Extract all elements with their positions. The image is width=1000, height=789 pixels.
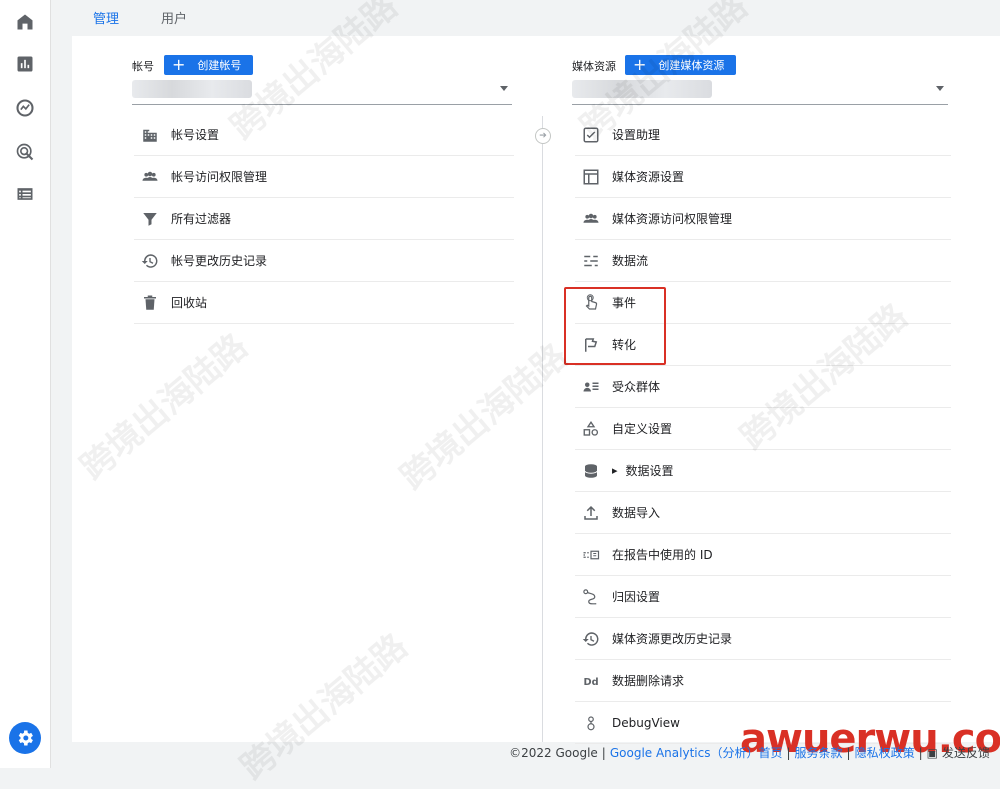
menu-item-label: 媒体资源设置 — [612, 170, 685, 184]
menu-item-label: 自定义设置 — [612, 422, 673, 436]
menu-item[interactable]: 所有过滤器 — [134, 198, 514, 240]
filter-icon — [140, 209, 160, 229]
menu-item[interactable]: 归因设置 — [575, 576, 951, 618]
menu-item-label: 数据导入 — [612, 506, 661, 520]
configure-icon[interactable] — [13, 182, 37, 206]
home-icon[interactable] — [13, 10, 37, 34]
people-icon — [581, 209, 601, 229]
menu-item[interactable]: 媒体资源设置 — [575, 156, 951, 198]
menu-item[interactable]: 回收站 — [134, 282, 514, 324]
people-icon — [140, 167, 160, 187]
create-property-label: 创建媒体资源 — [658, 59, 725, 72]
dd-icon: Dd — [581, 671, 601, 691]
menu-item[interactable]: 数据流 — [575, 240, 951, 282]
building-icon — [140, 125, 160, 145]
advertising-icon[interactable] — [13, 140, 37, 164]
debug-icon — [581, 713, 601, 733]
footer-separator: | — [846, 745, 851, 760]
streams-icon — [581, 251, 601, 271]
upload-icon — [581, 503, 601, 523]
menu-item-label: 数据删除请求 — [612, 674, 685, 688]
audience-icon — [581, 377, 601, 397]
menu-item-label: 设置助理 — [612, 128, 661, 142]
checkbox-icon — [581, 125, 601, 145]
menu-item-label: 帐号设置 — [171, 128, 220, 142]
account-name-redacted — [132, 80, 252, 98]
create-property-button[interactable]: + 创建媒体资源 — [625, 55, 737, 75]
menu-item[interactable]: 自定义设置 — [575, 408, 951, 450]
left-nav-rail — [0, 0, 51, 768]
menu-item[interactable]: 受众群体 — [575, 366, 951, 408]
account-selector[interactable] — [132, 76, 512, 105]
menu-item-label: 所有过滤器 — [171, 212, 232, 226]
tab-admin[interactable]: 管理 — [72, 0, 141, 38]
expand-caret-icon[interactable]: ▸ — [612, 464, 618, 477]
menu-item-label: 回收站 — [171, 296, 208, 310]
menu-item-label: 媒体资源访问权限管理 — [612, 212, 733, 226]
create-account-label: 创建帐号 — [197, 59, 242, 72]
feedback-link[interactable]: 发送反馈 — [942, 744, 990, 761]
copyright-text: ©2022 Google — [509, 745, 598, 760]
reports-icon[interactable] — [13, 52, 37, 76]
create-account-button[interactable]: + 创建帐号 — [164, 55, 254, 75]
property-selector[interactable] — [572, 76, 948, 105]
admin-gear-icon[interactable] — [9, 722, 41, 754]
menu-item-label: 在报告中使用的 ID — [612, 548, 713, 562]
arrow-right-circle-icon: ➔ — [535, 128, 551, 144]
menu-item[interactable]: Dd 数据删除请求 — [575, 660, 951, 702]
menu-item[interactable]: ▸ 数据设置 — [575, 450, 951, 492]
trash-icon — [140, 293, 160, 313]
shapes-icon — [581, 419, 601, 439]
ga-home-link[interactable]: Google Analytics（分析）首页 — [610, 744, 783, 761]
menu-item[interactable]: 媒体资源更改历史记录 — [575, 618, 951, 660]
account-column-label: 帐号 — [132, 60, 154, 73]
menu-item-label: 媒体资源更改历史记录 — [612, 632, 733, 646]
menu-item-label: 受众群体 — [612, 380, 661, 394]
plus-icon: + — [633, 55, 647, 74]
property-menu: 设置助理 媒体资源设置 媒体资源访问权限管理 数据流 事件 转化 受众群体 自定义设置 ▸ 数据设… — [575, 114, 951, 744]
menu-item[interactable]: 帐号设置 — [134, 114, 514, 156]
terms-link[interactable]: 服务条款 — [795, 744, 843, 761]
menu-item[interactable]: 设置助理 — [575, 114, 951, 156]
footer-separator: | — [601, 745, 606, 760]
admin-tabs: 管理 用户 — [72, 0, 208, 38]
menu-item[interactable]: 数据导入 — [575, 492, 951, 534]
database-icon — [581, 461, 601, 481]
attribution-icon — [581, 587, 601, 607]
menu-item[interactable]: 帐号更改历史记录 — [134, 240, 514, 282]
menu-item-label: DebugView — [612, 715, 680, 730]
property-column-label: 媒体资源 — [572, 60, 616, 73]
feedback-icon[interactable]: ▣ — [927, 746, 938, 760]
annotation-highlight-box — [564, 287, 666, 365]
property-name-redacted — [572, 80, 712, 98]
menu-item[interactable]: 在报告中使用的 ID — [575, 534, 951, 576]
history-icon — [581, 629, 601, 649]
menu-item-label: 帐号访问权限管理 — [171, 170, 268, 184]
dropdown-caret-icon — [500, 86, 508, 91]
tab-users[interactable]: 用户 — [140, 0, 208, 36]
menu-item[interactable]: 帐号访问权限管理 — [134, 156, 514, 198]
privacy-link[interactable]: 隐私权政策 — [855, 744, 915, 761]
admin-panel: 帐号 + 创建帐号 帐号设置帐号访问权限管理 所有过滤器帐号更改历史记录 回收站 ➔… — [72, 36, 1000, 744]
explore-icon[interactable] — [13, 96, 37, 120]
footer-separator: | — [786, 745, 791, 760]
dropdown-caret-icon — [936, 86, 944, 91]
menu-item[interactable]: 媒体资源访问权限管理 — [575, 198, 951, 240]
column-divider — [542, 116, 543, 742]
menu-item-label: 帐号更改历史记录 — [171, 254, 268, 268]
id-icon — [581, 545, 601, 565]
plus-icon: + — [172, 55, 186, 74]
svg-text:Dd: Dd — [584, 676, 599, 687]
menu-item-label: 归因设置 — [612, 590, 661, 604]
footer-separator: | — [918, 745, 923, 760]
layout-icon — [581, 167, 601, 187]
menu-item-label: 数据流 — [612, 254, 649, 268]
account-menu: 帐号设置帐号访问权限管理 所有过滤器帐号更改历史记录 回收站 — [134, 114, 514, 324]
history-icon — [140, 251, 160, 271]
menu-item-label: 数据设置 — [625, 464, 674, 478]
footer: ©2022 Google | Google Analytics（分析）首页 | … — [509, 744, 990, 761]
